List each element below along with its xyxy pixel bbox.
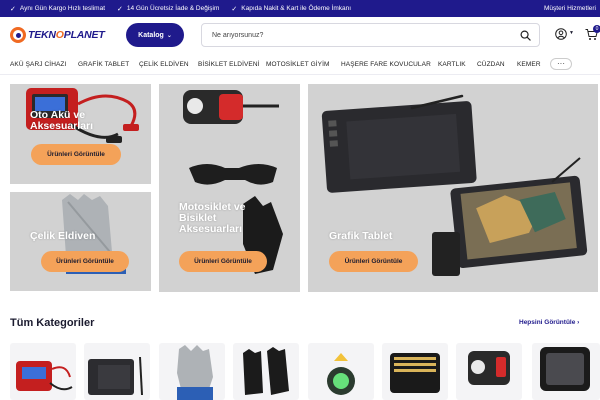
banner-steel-glove[interactable]: Çelik Eldiven Ürünleri Görüntüle: [10, 192, 151, 291]
announcement-item: ✓ 14 Gün Ücretsiz İade & Değişim: [117, 5, 220, 13]
category-thumbnail[interactable]: [10, 343, 76, 400]
view-products-button[interactable]: Ürünleri Görüntüle: [179, 251, 267, 272]
banner-car-battery[interactable]: Oto Akü ve Aksesuarları Ürünleri Görüntü…: [10, 84, 151, 184]
banner-graphic-tablet[interactable]: Grafik Tablet Ürünleri Görüntüle: [308, 84, 598, 292]
category-thumbnail[interactable]: [382, 343, 448, 400]
category-link[interactable]: HAŞERE FARE KOVUCULAR: [341, 61, 431, 68]
battery-charger-image: [16, 361, 73, 391]
category-link[interactable]: MOTOSİKLET GİYİM: [266, 61, 329, 68]
view-products-button[interactable]: Ürünleri Görüntüle: [31, 144, 121, 165]
category-thumbnail[interactable]: [456, 343, 522, 400]
category-link[interactable]: AKÜ ŞARJ CİHAZI: [10, 61, 66, 68]
category-thumbnail[interactable]: [159, 343, 225, 400]
search-icon[interactable]: [520, 30, 531, 41]
view-products-button[interactable]: Ürünleri Görüntüle: [329, 251, 418, 272]
bicycle-glove-image: [243, 347, 289, 395]
chevron-down-icon: ⌄: [166, 32, 172, 39]
check-icon: ✓: [117, 5, 123, 13]
category-link[interactable]: CÜZDAN: [477, 61, 505, 68]
site-logo[interactable]: TEKNOPLANET: [10, 27, 105, 43]
search-bar: [201, 23, 540, 47]
user-account-icon[interactable]: [555, 28, 567, 40]
cart-count-badge: 0: [593, 25, 600, 33]
see-all-link[interactable]: Hepsini Görüntüle ›: [519, 319, 579, 326]
card-holder-image: [390, 353, 440, 393]
category-link[interactable]: BİSİKLET ELDİVENİ: [198, 61, 260, 68]
banner-title: Çelik Eldiven: [30, 230, 96, 242]
steel-glove-image: [177, 345, 213, 400]
banner-title: Grafik Tablet: [329, 230, 393, 242]
announcement-bar: ✓ Aynı Gün Kargo Hızlı teslimat ✓ 14 Gün Ü…: [0, 0, 600, 17]
category-link[interactable]: ÇELİK ELDİVEN: [139, 61, 189, 68]
logo-icon: [10, 27, 26, 43]
catalog-button[interactable]: Katalog ⌄: [126, 23, 184, 47]
announcement-item: ✓ Aynı Gün Kargo Hızlı teslimat: [10, 5, 106, 13]
category-nav: AKÜ ŞARJ CİHAZI GRAFİK TABLET ÇELİK ELDİ…: [0, 55, 600, 75]
chevron-down-icon[interactable]: ▼: [569, 30, 574, 36]
section-title: Tüm Kategoriler: [10, 317, 95, 329]
banner-title: Oto Akü ve Aksesuarları: [30, 109, 94, 132]
category-link[interactable]: KEMER: [517, 61, 541, 68]
category-thumbnail[interactable]: [84, 343, 150, 400]
phone-holder-image: [540, 347, 590, 391]
more-categories-button[interactable]: ···: [550, 58, 572, 70]
battery-charger-image: [26, 88, 139, 143]
bike-light-image: [468, 351, 510, 385]
check-icon: ✓: [231, 5, 238, 13]
category-thumbnail[interactable]: [308, 343, 374, 400]
announcement-item: ✓ Kapıda Nakit & Kart ile Ödeme İmkanı: [231, 5, 352, 13]
customer-service-link[interactable]: Müşteri Hizmetleri: [544, 5, 596, 12]
banner-motorcycle-accessories[interactable]: Motosiklet ve Bisiklet Aksesuarları Ürün…: [159, 84, 300, 292]
check-icon: ✓: [10, 5, 16, 13]
category-thumbnail[interactable]: [233, 343, 299, 400]
category-link[interactable]: KARTLIK: [438, 61, 466, 68]
banner-title: Motosiklet ve Bisiklet Aksesuarları: [179, 201, 246, 235]
search-input[interactable]: [212, 31, 502, 39]
category-link[interactable]: GRAFİK TABLET: [78, 61, 129, 68]
view-products-button[interactable]: Ürünleri Görüntüle: [41, 251, 129, 272]
category-thumbnail[interactable]: [532, 343, 600, 400]
graphic-tablet-image: [88, 356, 143, 396]
pest-repeller-image: [327, 353, 355, 395]
header: TEKNOPLANET Katalog⌄ ▼ 0: [0, 17, 600, 55]
